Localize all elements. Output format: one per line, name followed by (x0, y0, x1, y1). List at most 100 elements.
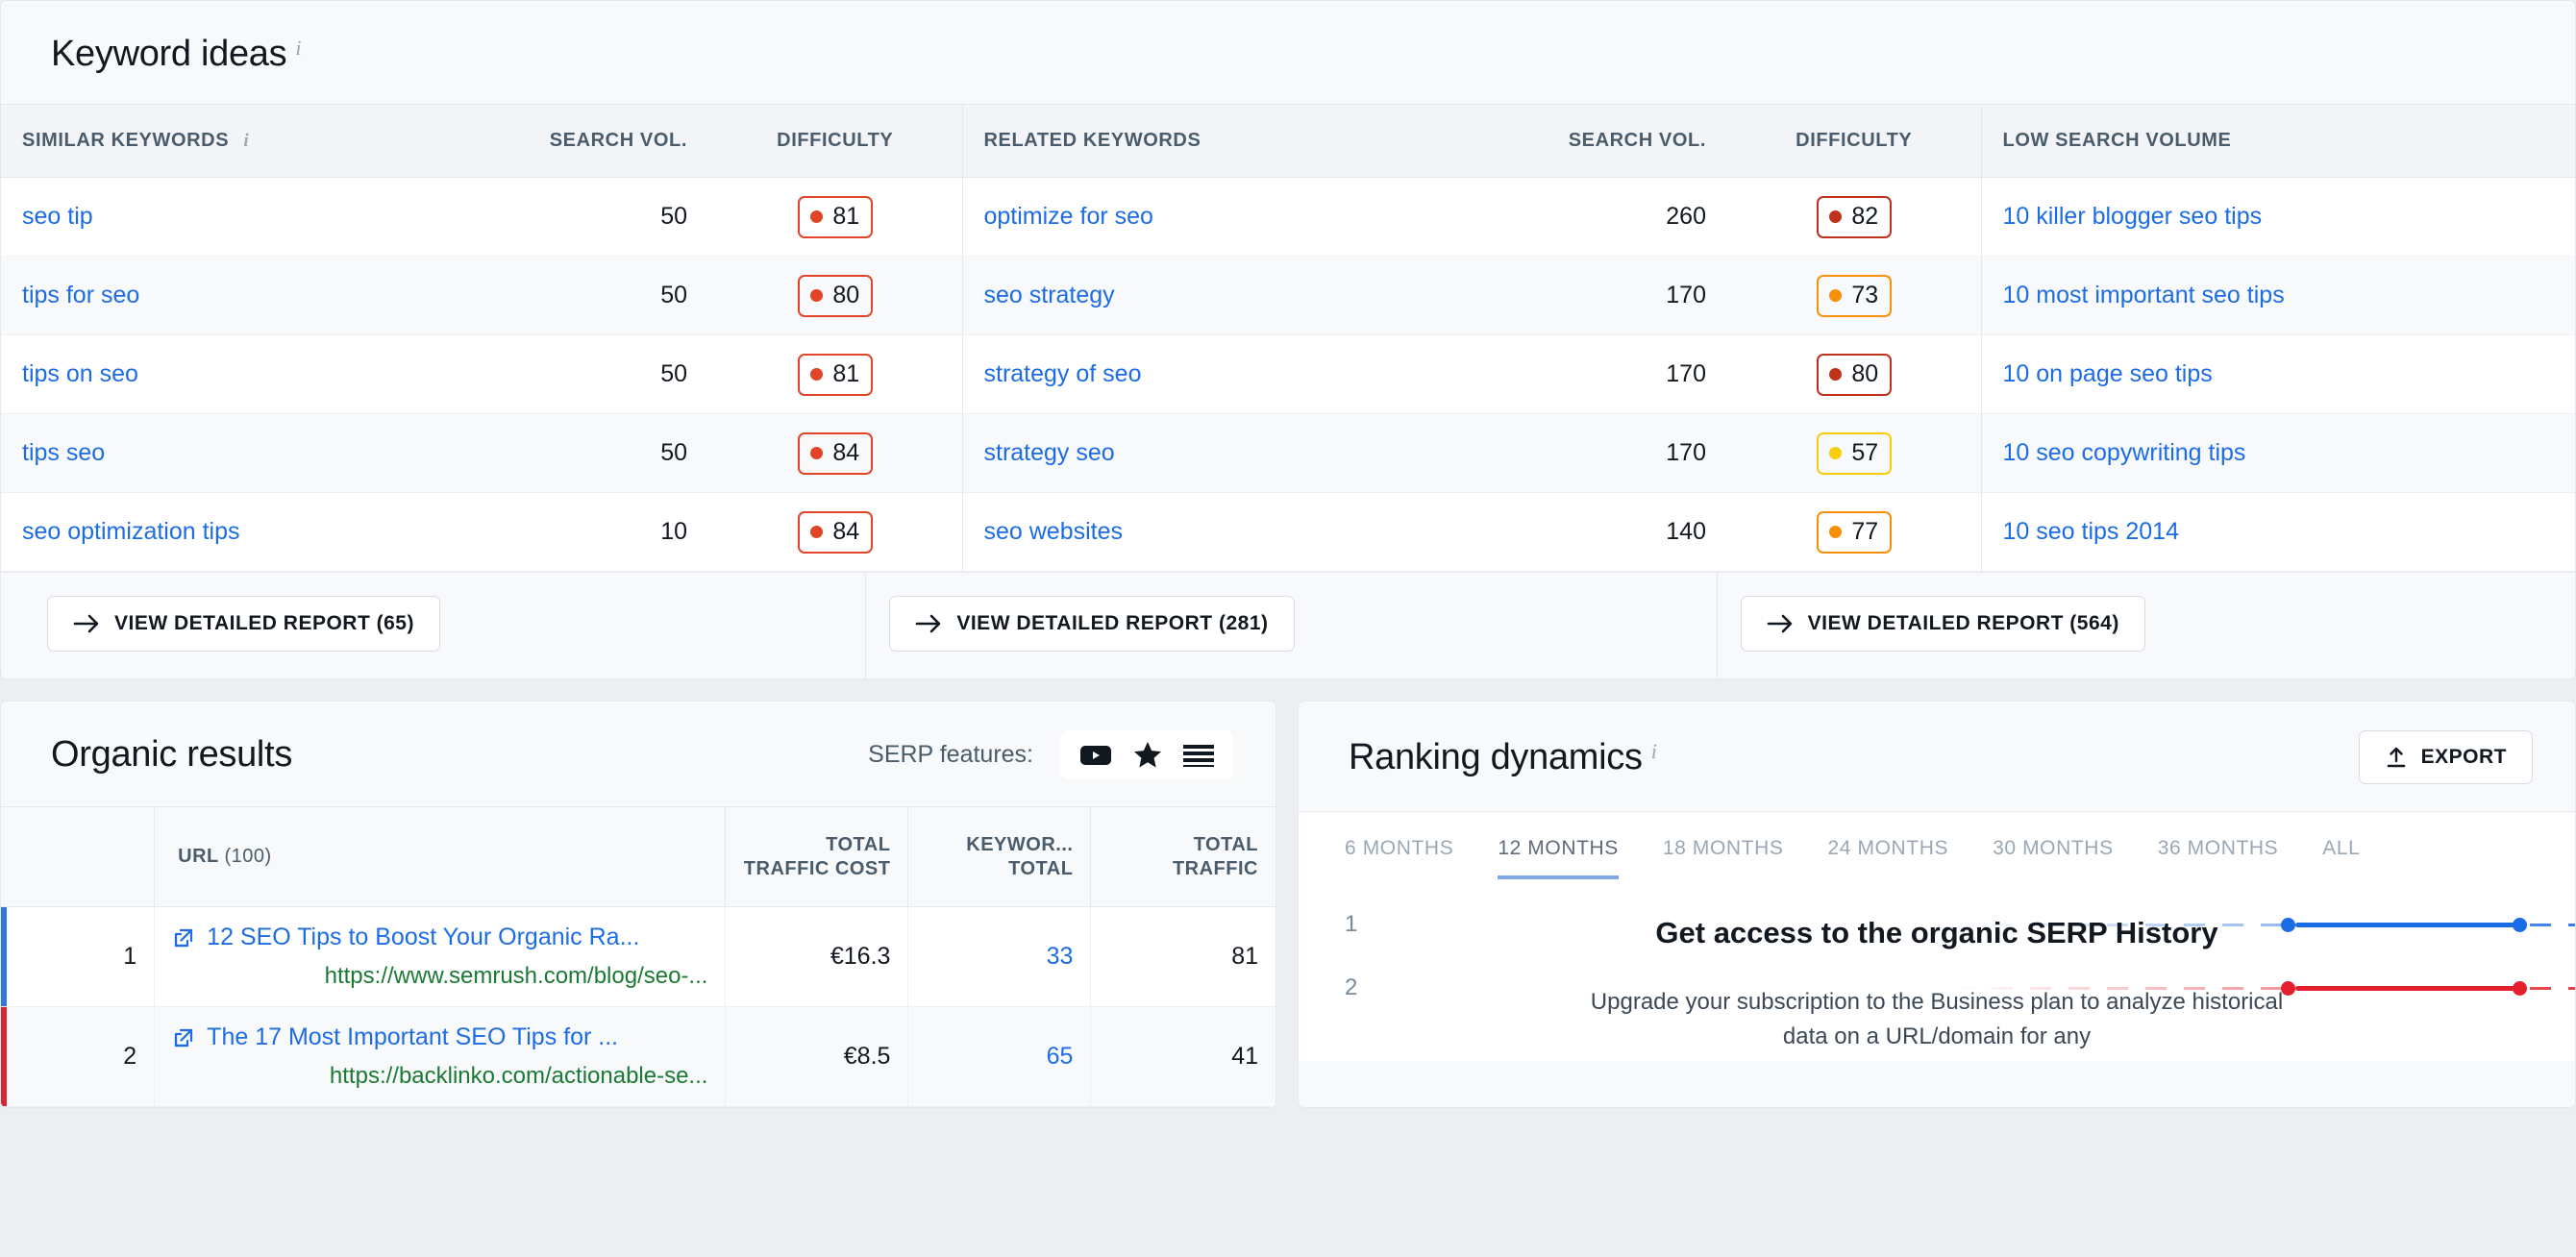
organic-results-title: Organic results (51, 734, 293, 775)
footer-cell-related: VIEW DETAILED REPORT (281) (865, 573, 1716, 678)
result-title-link[interactable]: The 17 Most Important SEO Tips for ... (172, 1023, 707, 1051)
cell-low-search-volume: 10 seo copywriting tips (1980, 413, 2575, 493)
col-search-vol-2[interactable]: SEARCH VOL. (1470, 104, 1727, 178)
keyword-link[interactable]: strategy of seo (984, 360, 1142, 387)
export-button[interactable]: EXPORT (2358, 730, 2533, 784)
difficulty-value: 84 (832, 439, 860, 466)
tab-36-months[interactable]: 36 MONTHS (2158, 837, 2279, 879)
keyword-link[interactable]: tips on seo (22, 360, 138, 387)
keyword-link[interactable]: seo strategy (984, 282, 1115, 308)
cell-search-vol-1: 50 (451, 177, 708, 257)
view-detailed-report-similar-button[interactable]: VIEW DETAILED REPORT (65) (47, 596, 440, 652)
col-rank (1, 806, 155, 907)
video-icon[interactable] (1079, 743, 1112, 768)
keyword-link[interactable]: seo websites (984, 518, 1124, 545)
keyword-link[interactable]: tips for seo (22, 282, 139, 308)
info-icon[interactable]: i (1651, 739, 1657, 764)
col-url[interactable]: URL (100) (154, 806, 726, 907)
view-detailed-report-related-button[interactable]: VIEW DETAILED REPORT (281) (889, 596, 1295, 652)
difficulty-dot (1829, 210, 1843, 223)
difficulty-value: 82 (1851, 203, 1879, 230)
col-search-vol-1[interactable]: SEARCH VOL. (451, 104, 708, 178)
cell-difficulty-1: 81 (708, 177, 962, 257)
table-header-row: URL (100) TOTAL TRAFFIC COST KEYWOR... T… (1, 806, 1276, 907)
keyword-link[interactable]: 10 seo tips 2014 (2003, 518, 2179, 545)
difficulty-dot (1829, 526, 1843, 538)
tab-24-months[interactable]: 24 MONTHS (1828, 837, 1949, 879)
tab-30-months[interactable]: 30 MONTHS (1993, 837, 2114, 879)
tab-6-months[interactable]: 6 MONTHS (1345, 837, 1453, 879)
footer-cell-low-volume: VIEW DETAILED REPORT (564) (1716, 573, 2575, 678)
list-icon[interactable] (1183, 744, 1214, 767)
difficulty-badge: 81 (797, 195, 873, 238)
serp-features-label: SERP features: (868, 741, 1033, 768)
arrow-right-icon (915, 613, 942, 634)
serp-features-group: SERP features: (868, 730, 1233, 779)
arrow-right-icon (73, 613, 100, 634)
cell-difficulty-2: 77 (1727, 492, 1981, 572)
col-keywords-total[interactable]: KEYWOR... TOTAL (907, 806, 1091, 907)
cell-related-keyword: optimize for seo (961, 177, 1470, 257)
keyword-link[interactable]: 10 killer blogger seo tips (2003, 203, 2263, 230)
ranking-line (1383, 981, 2575, 996)
keyword-link[interactable]: optimize for seo (984, 203, 1153, 230)
tab-12-months[interactable]: 12 MONTHS (1498, 837, 1619, 879)
tab-18-months[interactable]: 18 MONTHS (1663, 837, 1784, 879)
cell-rank: 1 (1, 906, 155, 1007)
col-related-keywords[interactable]: RELATED KEYWORDS (961, 104, 1470, 178)
keyword-link[interactable]: 10 on page seo tips (2003, 360, 2213, 387)
difficulty-value: 57 (1851, 439, 1879, 466)
keyword-link[interactable]: strategy seo (984, 439, 1115, 466)
col-difficulty-1[interactable]: DIFFICULTY (708, 104, 962, 178)
col-similar-keywords[interactable]: SIMILAR KEYWORDS i (1, 104, 451, 178)
ranking-solid-segment (2294, 923, 2523, 927)
info-icon[interactable]: i (243, 131, 249, 151)
rank-accent-bar (1, 1007, 7, 1106)
organic-results-panel: Organic results SERP features: URL (100)… (0, 701, 1276, 1108)
ranking-point (2280, 918, 2295, 932)
ranking-row: 1 (1299, 893, 2575, 956)
keyword-link[interactable]: tips seo (22, 439, 105, 466)
cell-difficulty-2: 57 (1727, 413, 1981, 493)
result-url[interactable]: https://www.semrush.com/blog/seo-... (172, 963, 708, 990)
col-low-search-volume[interactable]: LOW SEARCH VOLUME (1980, 104, 2575, 178)
tab-all[interactable]: ALL (2322, 837, 2360, 879)
cell-low-search-volume: 10 on page seo tips (1980, 334, 2575, 414)
view-detailed-report-low-volume-button[interactable]: VIEW DETAILED REPORT (564) (1740, 596, 2145, 652)
keyword-link[interactable]: 10 most important seo tips (2003, 282, 2285, 308)
table-row: tips for seo 50 80 seo strategy 170 73 10 most… (1, 256, 2575, 335)
cell-similar-keyword: seo tip (1, 177, 451, 257)
difficulty-value: 81 (832, 360, 860, 387)
table-row: tips seo 50 84 strategy seo 170 57 10 seo copy… (1, 413, 2575, 493)
info-icon[interactable]: i (295, 36, 301, 61)
ranking-row: 2 (1299, 956, 2575, 1020)
keyword-link[interactable]: seo tip (22, 203, 93, 230)
keywords-total-link[interactable]: 65 (1047, 1043, 1074, 1070)
difficulty-badge: 80 (1816, 353, 1892, 396)
star-icon[interactable] (1133, 741, 1162, 769)
cell-low-search-volume: 10 most important seo tips (1980, 256, 2575, 335)
keyword-ideas-body: seo tip 50 81 optimize for seo 260 82 10 kille… (1, 177, 2575, 572)
col-total-traffic-line1: TOTAL (1193, 834, 1258, 856)
cell-difficulty-1: 80 (708, 256, 962, 335)
keyword-link[interactable]: 10 seo copywriting tips (2003, 439, 2246, 466)
col-total-traffic[interactable]: TOTAL TRAFFIC (1090, 806, 1276, 907)
ranking-row-rank: 2 (1345, 974, 1358, 1000)
col-total-traffic-cost[interactable]: TOTAL TRAFFIC COST (725, 806, 908, 907)
rank-value: 1 (123, 943, 137, 970)
serp-features-pill (1060, 730, 1233, 779)
cell-difficulty-1: 81 (708, 334, 962, 414)
result-title-link[interactable]: 12 SEO Tips to Boost Your Organic Ra... (172, 924, 707, 951)
result-url[interactable]: https://backlinko.com/actionable-se... (172, 1063, 708, 1090)
difficulty-badge: 84 (797, 431, 873, 475)
cell-similar-keyword: seo optimization tips (1, 492, 451, 572)
cell-difficulty-2: 73 (1727, 256, 1981, 335)
keyword-ideas-table: SIMILAR KEYWORDS i SEARCH VOL. DIFFICULT… (1, 104, 2575, 572)
col-similar-keywords-label: SIMILAR KEYWORDS (22, 130, 230, 151)
keyword-link[interactable]: seo optimization tips (22, 518, 240, 545)
col-total-traffic-line2: TRAFFIC (1172, 857, 1258, 879)
ranking-solid-segment (2294, 986, 2523, 991)
cell-rank: 2 (1, 1006, 155, 1107)
col-difficulty-2[interactable]: DIFFICULTY (1727, 104, 1981, 178)
keywords-total-link[interactable]: 33 (1047, 943, 1074, 970)
